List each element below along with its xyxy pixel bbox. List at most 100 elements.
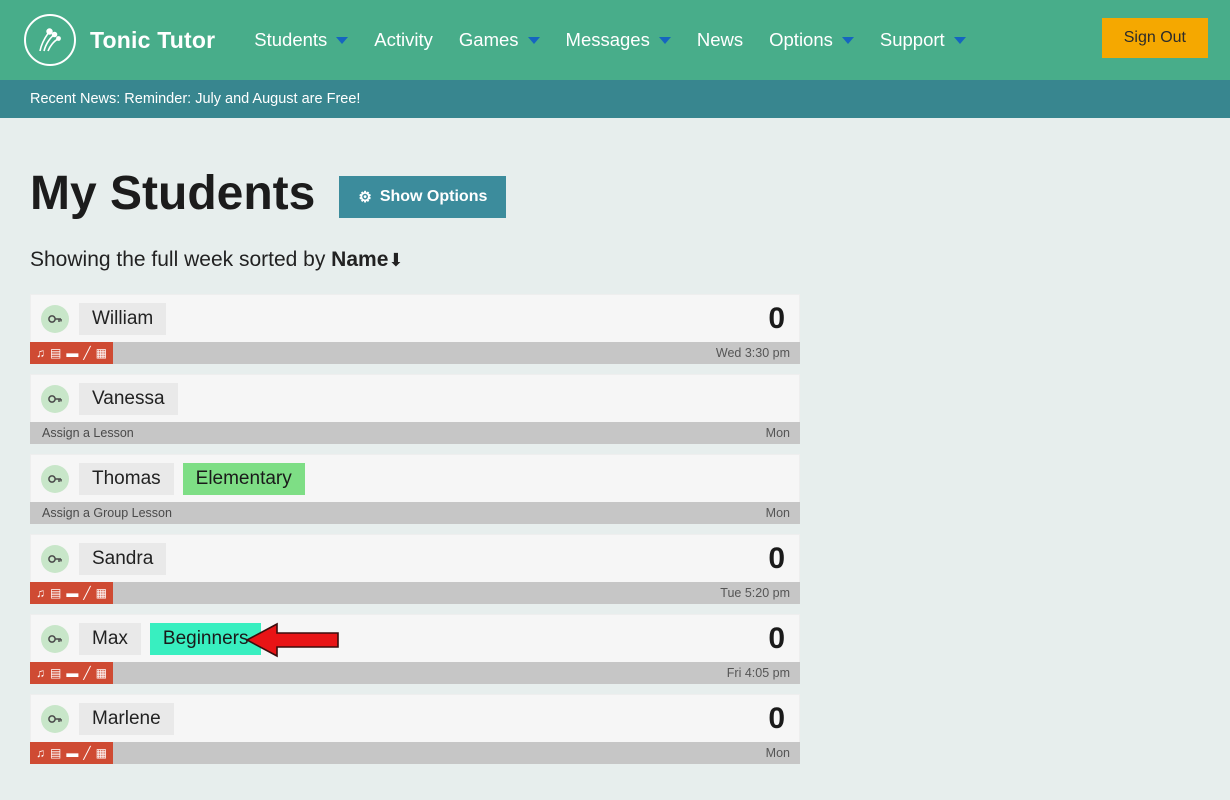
- student-lesson-time: Mon: [765, 746, 790, 760]
- sort-status-prefix: Showing the full week sorted by: [30, 248, 332, 271]
- nav-links: Students Activity Games Messages News Op…: [241, 29, 978, 51]
- book-icon[interactable]: ▤: [50, 747, 61, 759]
- chevron-down-icon: [953, 36, 966, 44]
- student-score-count: 0: [768, 621, 785, 655]
- sort-status-text: Showing the full week sorted by Name⬇: [30, 248, 1200, 272]
- student-card: Vanessa Assign a Lesson Mon: [30, 374, 800, 444]
- key-icon[interactable]: [41, 464, 69, 493]
- nav-item-messages[interactable]: Messages: [553, 29, 684, 51]
- student-card: Thomas Elementary Assign a Group Lesson Mon: [30, 454, 800, 524]
- student-row-footer: ♫ ▤ ▬ ╱ ▦ Fri 4:05 pm: [30, 662, 800, 684]
- calendar-icon[interactable]: ▦: [96, 347, 107, 359]
- student-name-badge[interactable]: Max: [79, 622, 141, 655]
- key-icon[interactable]: [41, 384, 69, 413]
- nav-item-support[interactable]: Support: [867, 29, 979, 51]
- show-options-button[interactable]: ⚙ Show Options: [339, 176, 507, 218]
- sort-field[interactable]: Name: [331, 248, 388, 271]
- student-row-footer: ♫ ▤ ▬ ╱ ▦ Wed 3:30 pm: [30, 342, 800, 364]
- assign-lesson-link[interactable]: Assign a Lesson: [30, 426, 134, 440]
- nav-item-label: Support: [879, 29, 945, 50]
- chevron-down-icon: [658, 36, 671, 44]
- chevron-down-icon: [527, 36, 540, 44]
- student-row: Thomas Elementary: [30, 454, 800, 502]
- chevron-down-icon: [841, 36, 854, 44]
- nav-item-label: Messages: [565, 29, 650, 50]
- student-name-badge[interactable]: Marlene: [79, 702, 174, 735]
- student-lesson-time: Tue 5:20 pm: [720, 586, 790, 600]
- music-note-icon[interactable]: ♫: [36, 667, 45, 679]
- student-row: Vanessa: [30, 374, 800, 422]
- student-card: Sandra 0 ♫ ▤ ▬ ╱ ▦ Tue 5:20 pm: [30, 534, 800, 604]
- student-name-badge[interactable]: Sandra: [79, 542, 167, 575]
- pencil-icon[interactable]: ╱: [83, 347, 90, 359]
- tonic-tutor-logo-icon[interactable]: [24, 14, 76, 66]
- chevron-down-icon: [336, 36, 349, 44]
- nav-item-students[interactable]: Students: [241, 29, 361, 51]
- book-icon[interactable]: ▤: [50, 347, 61, 359]
- calendar-icon[interactable]: ▦: [96, 587, 107, 599]
- student-lesson-time: Fri 4:05 pm: [726, 666, 790, 680]
- student-score-count: 0: [768, 541, 785, 575]
- nav-item-label: Students: [254, 29, 328, 50]
- page-title: My Students: [30, 167, 316, 220]
- nav-item-label: Games: [458, 29, 519, 50]
- student-row: Marlene 0: [30, 694, 800, 742]
- comment-icon[interactable]: ▬: [66, 667, 78, 679]
- calendar-icon[interactable]: ▦: [96, 667, 107, 679]
- nav-item-label: Options: [769, 29, 833, 50]
- nav-item-options[interactable]: Options: [756, 29, 867, 51]
- student-lesson-time: Mon: [765, 426, 790, 440]
- nav-item-label: News: [696, 29, 744, 50]
- assign-lesson-link[interactable]: Assign a Group Lesson: [30, 506, 172, 520]
- student-action-icon-bar: ♫ ▤ ▬ ╱ ▦: [30, 342, 113, 364]
- student-row: William 0: [30, 294, 800, 342]
- key-icon[interactable]: [41, 704, 69, 733]
- top-navigation-bar: Tonic Tutor Students Activity Games Mess…: [0, 0, 1230, 80]
- pencil-icon[interactable]: ╱: [83, 667, 90, 679]
- student-score-count: 0: [768, 701, 785, 735]
- student-card: Max Beginners 0 ♫ ▤ ▬ ╱ ▦ Fri 4:05 pm: [30, 614, 800, 684]
- student-list: William 0 ♫ ▤ ▬ ╱ ▦ Wed 3:30 pm Vanessa Assign a …: [30, 294, 800, 764]
- student-action-icon-bar: ♫ ▤ ▬ ╱ ▦: [30, 662, 113, 684]
- pencil-icon[interactable]: ╱: [83, 587, 90, 599]
- sort-direction-icon[interactable]: ⬇: [388, 250, 403, 270]
- title-row: My Students ⚙ Show Options: [30, 118, 1200, 218]
- music-note-icon[interactable]: ♫: [36, 587, 45, 599]
- student-action-icon-bar: ♫ ▤ ▬ ╱ ▦: [30, 582, 113, 604]
- brand-group[interactable]: Tonic Tutor: [24, 14, 215, 66]
- book-icon[interactable]: ▤: [50, 667, 61, 679]
- key-icon[interactable]: [41, 624, 69, 653]
- student-group-badge[interactable]: Elementary: [182, 462, 305, 495]
- show-options-label: Show Options: [379, 188, 488, 205]
- student-group-badge[interactable]: Beginners: [149, 622, 262, 655]
- student-name-badge[interactable]: Vanessa: [79, 382, 178, 415]
- sign-out-button[interactable]: Sign Out: [1101, 18, 1208, 58]
- student-row-footer: Assign a Lesson Mon: [30, 422, 800, 444]
- student-row-footer: ♫ ▤ ▬ ╱ ▦ Mon: [30, 742, 800, 764]
- nav-item-activity[interactable]: Activity: [361, 29, 446, 51]
- music-note-icon[interactable]: ♫: [36, 347, 45, 359]
- recent-news-bar: Recent News: Reminder: July and August a…: [0, 80, 1230, 118]
- student-row: Sandra 0: [30, 534, 800, 582]
- brand-name: Tonic Tutor: [90, 26, 216, 53]
- pencil-icon[interactable]: ╱: [83, 747, 90, 759]
- student-name-badge[interactable]: Thomas: [79, 462, 174, 495]
- student-score-count: 0: [768, 301, 785, 335]
- key-icon[interactable]: [41, 304, 69, 333]
- student-lesson-time: Mon: [765, 506, 790, 520]
- student-card: William 0 ♫ ▤ ▬ ╱ ▦ Wed 3:30 pm: [30, 294, 800, 364]
- student-card: Marlene 0 ♫ ▤ ▬ ╱ ▦ Mon: [30, 694, 800, 764]
- nav-item-news[interactable]: News: [684, 29, 756, 51]
- calendar-icon[interactable]: ▦: [96, 747, 107, 759]
- music-note-icon[interactable]: ♫: [36, 747, 45, 759]
- nav-item-games[interactable]: Games: [446, 29, 553, 51]
- student-row-footer: Assign a Group Lesson Mon: [30, 502, 800, 524]
- key-icon[interactable]: [41, 544, 69, 573]
- comment-icon[interactable]: ▬: [66, 347, 78, 359]
- book-icon[interactable]: ▤: [50, 587, 61, 599]
- student-name-badge[interactable]: William: [79, 302, 167, 335]
- page-content: My Students ⚙ Show Options Showing the f…: [0, 118, 1230, 764]
- comment-icon[interactable]: ▬: [66, 587, 78, 599]
- recent-news-text: Recent News: Reminder: July and August a…: [30, 91, 361, 107]
- comment-icon[interactable]: ▬: [66, 747, 78, 759]
